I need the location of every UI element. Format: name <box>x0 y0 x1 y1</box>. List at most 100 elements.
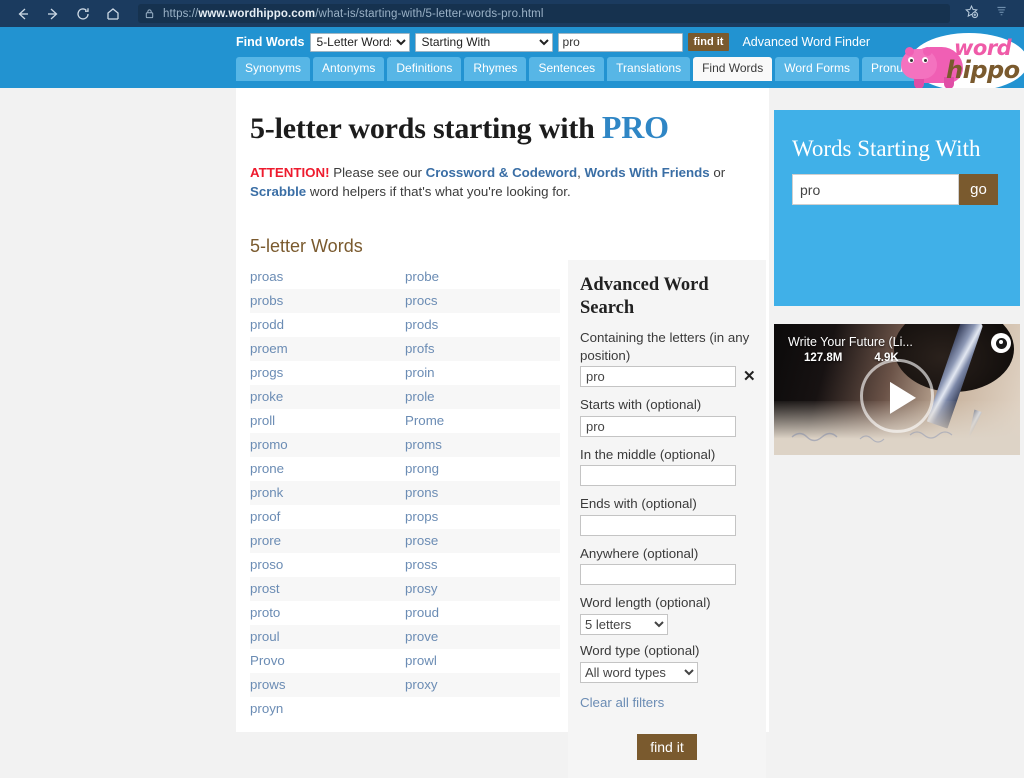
starts-with-field <box>580 415 754 437</box>
word-link[interactable]: prowl <box>405 653 437 668</box>
anywhere-input[interactable] <box>580 564 736 586</box>
word-link[interactable]: progs <box>250 365 283 380</box>
words-with-friends-link[interactable]: Words With Friends <box>584 165 709 180</box>
word-row: prore prose <box>250 528 560 553</box>
word-link[interactable]: prone <box>250 461 284 476</box>
word-link[interactable]: proso <box>250 557 283 572</box>
word-link[interactable]: prods <box>405 317 438 332</box>
word-row: prodd prods <box>250 313 560 337</box>
word-link[interactable]: proll <box>250 413 275 428</box>
collections-button[interactable] <box>986 2 1016 26</box>
forward-arrow-icon <box>45 6 61 22</box>
word-link[interactable]: prove <box>405 629 438 644</box>
right-rail: Words Starting With go Write Your Future… <box>774 110 1020 455</box>
advanced-word-finder-link[interactable]: Advanced Word Finder <box>742 35 870 49</box>
word-cell: prowl <box>405 653 560 668</box>
tab-sentences[interactable]: Sentences <box>529 57 605 81</box>
word-row: progs proin <box>250 361 560 385</box>
word-cell: prole <box>405 389 560 404</box>
word-link[interactable]: probs <box>250 293 283 308</box>
starts-with-input[interactable] <box>580 415 736 437</box>
play-icon[interactable] <box>860 358 934 433</box>
word-cell: proof <box>250 509 405 524</box>
word-link[interactable]: Provo <box>250 653 285 668</box>
crossword-codeword-link[interactable]: Crossword & Codeword <box>426 165 577 180</box>
word-cell: prost <box>250 581 405 596</box>
address-bar[interactable]: https://www.wordhippo.com/what-is/starti… <box>138 4 950 23</box>
tab-definitions[interactable]: Definitions <box>387 57 462 81</box>
word-length-select[interactable]: 5-Letter Words <box>309 32 410 52</box>
word-cell: profs <box>405 341 560 356</box>
word-link[interactable]: proke <box>250 389 283 404</box>
tab-translations[interactable]: Translations <box>607 57 691 81</box>
ends-with-input[interactable] <box>580 514 736 536</box>
clear-x-icon[interactable]: ✕ <box>743 369 756 384</box>
word-cell: proxy <box>405 677 560 692</box>
word-link[interactable]: profs <box>405 341 435 356</box>
word-link[interactable]: prosy <box>405 581 438 596</box>
word-link[interactable]: prost <box>250 581 280 596</box>
word-link[interactable]: proud <box>405 605 439 620</box>
in-the-middle-field <box>580 465 754 487</box>
word-link[interactable]: proxy <box>405 677 438 692</box>
word-link[interactable]: pross <box>405 557 438 572</box>
word-cell: prows <box>250 677 405 692</box>
word-link[interactable]: proto <box>250 605 280 620</box>
in-the-middle-input[interactable] <box>580 465 736 487</box>
words-starting-with-go-button[interactable]: go <box>959 174 998 205</box>
word-link[interactable]: prole <box>405 389 435 404</box>
reload-button[interactable] <box>68 2 98 26</box>
word-link[interactable]: proul <box>250 629 280 644</box>
tab-rhymes[interactable]: Rhymes <box>464 57 527 81</box>
word-link[interactable]: prows <box>250 677 285 692</box>
word-link[interactable]: proms <box>405 437 442 452</box>
word-link[interactable]: probe <box>405 269 439 284</box>
word-row: Provo prowl <box>250 649 560 673</box>
wordhippo-logo[interactable]: word hippo <box>896 27 1024 88</box>
anywhere-field <box>580 564 754 586</box>
word-link[interactable]: proin <box>405 365 435 380</box>
containing-letters-input[interactable] <box>580 366 736 388</box>
word-link[interactable]: prong <box>405 461 439 476</box>
back-button[interactable] <box>8 2 38 26</box>
word-link[interactable]: promo <box>250 437 288 452</box>
words-starting-with-input[interactable] <box>792 174 959 205</box>
word-link[interactable]: proof <box>250 509 280 524</box>
find-words-toolbar: Find Words 5-Letter Words Starting With … <box>236 32 870 52</box>
word-link[interactable]: Prome <box>405 413 444 428</box>
words-starting-with-title: Words Starting With <box>792 136 981 161</box>
tab-word-forms[interactable]: Word Forms <box>775 57 860 81</box>
word-type-filter-select[interactable]: All word types <box>580 661 698 683</box>
word-link[interactable]: proem <box>250 341 288 356</box>
word-link[interactable]: proyn <box>250 701 283 716</box>
advanced-find-it-button[interactable]: find it <box>637 733 697 760</box>
video-views-count: 127.8M <box>804 352 843 364</box>
tab-synonyms[interactable]: Synonyms <box>236 57 311 81</box>
words-starting-with-form: go <box>792 174 1002 205</box>
word-link[interactable]: pronk <box>250 485 283 500</box>
word-link[interactable]: proas <box>250 269 283 284</box>
word-cell: Prome <box>405 413 560 428</box>
tab-antonyms[interactable]: Antonyms <box>313 57 385 81</box>
home-button[interactable] <box>98 2 128 26</box>
word-link[interactable]: prodd <box>250 317 284 332</box>
clear-all-filters-link[interactable]: Clear all filters <box>580 695 664 710</box>
word-link[interactable]: prore <box>250 533 281 548</box>
starts-with-label: Starts with (optional) <box>580 397 702 413</box>
tab-find-words[interactable]: Find Words <box>693 57 773 81</box>
word-type-label: Word type (optional) <box>580 642 700 658</box>
add-favorite-button[interactable] <box>956 2 986 26</box>
word-length-filter-select[interactable]: 5 letters <box>580 613 668 635</box>
forward-button[interactable] <box>38 2 68 26</box>
header-search-input[interactable] <box>557 32 683 52</box>
scrabble-link[interactable]: Scrabble <box>250 184 306 199</box>
word-link[interactable]: prons <box>405 485 438 500</box>
video-player[interactable]: Write Your Future (Li... 127.8M 4.9K <box>774 324 1020 455</box>
header-find-it-button[interactable]: find it <box>687 33 730 51</box>
word-link[interactable]: props <box>405 509 438 524</box>
match-type-select[interactable]: Starting With <box>414 32 553 52</box>
word-link[interactable]: prose <box>405 533 438 548</box>
word-cell: prore <box>250 533 405 548</box>
url-path: /what-is/starting-with/5-letter-words-pr… <box>315 7 544 20</box>
word-link[interactable]: procs <box>405 293 438 308</box>
